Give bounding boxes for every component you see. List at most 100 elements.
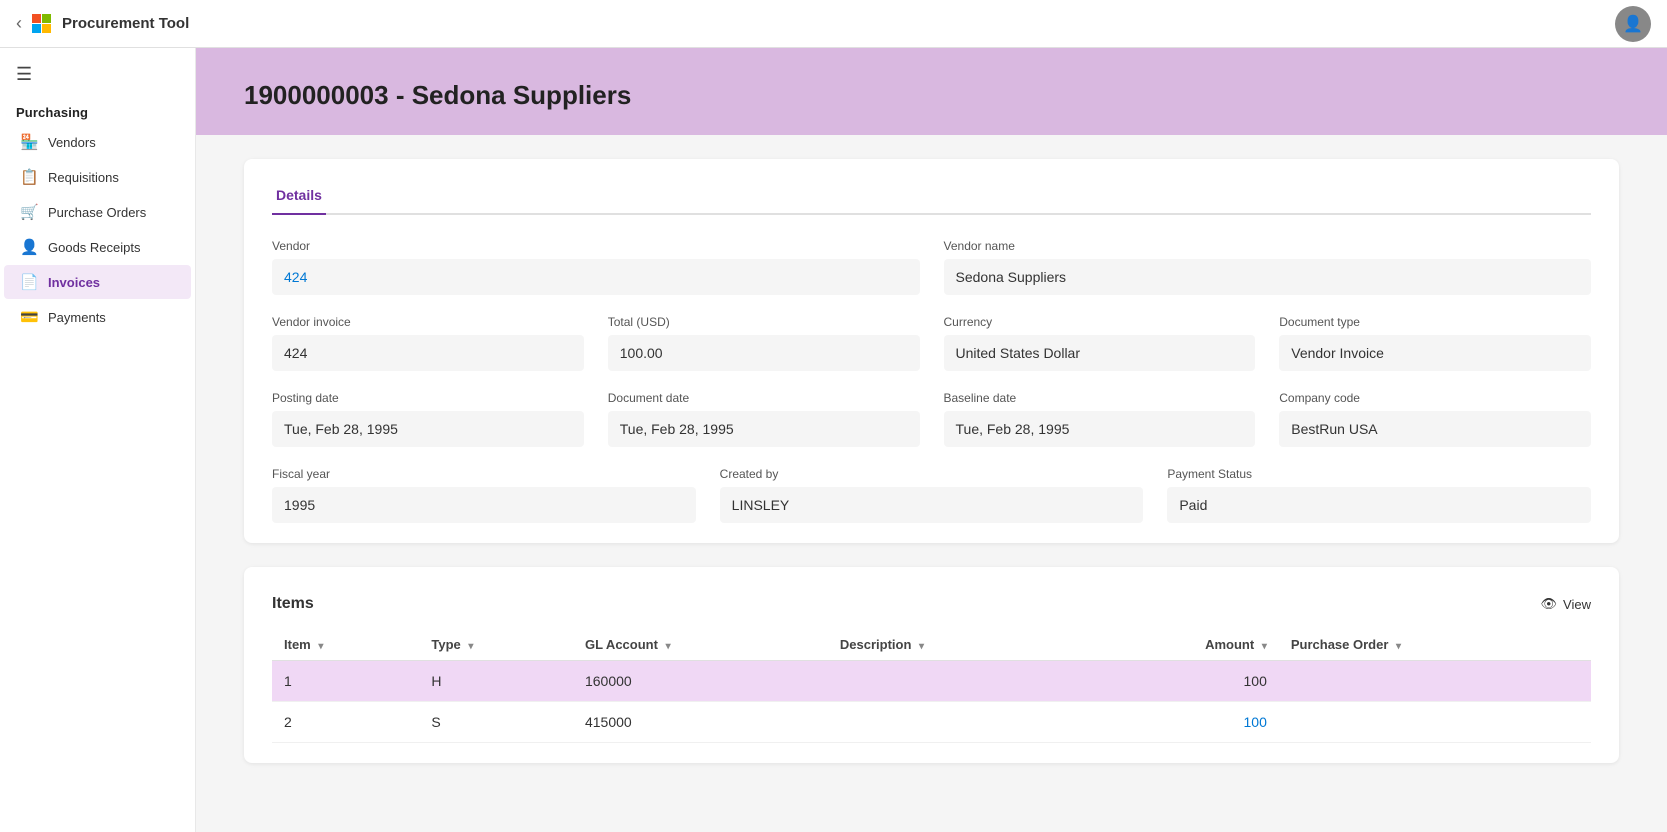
table-header: Item ▾ Type ▾ GL Account ▾: [272, 629, 1591, 661]
total-field: Total (USD) 100.00: [608, 315, 920, 371]
ms-logo: [32, 14, 52, 34]
eye-icon: 👁: [1541, 596, 1558, 612]
view-label: View: [1563, 597, 1591, 612]
form-row-invoice: Vendor invoice 424 Total (USD) 100.00 Cu…: [272, 315, 1591, 371]
sidebar-item-label: Vendors: [48, 135, 96, 150]
col-type[interactable]: Type ▾: [419, 629, 573, 661]
col-item[interactable]: Item ▾: [272, 629, 419, 661]
posting-date-field: Posting date Tue, Feb 28, 1995: [272, 391, 584, 447]
content-area: Details Vendor 424 Vendor name Sedona Su…: [196, 135, 1667, 811]
sidebar-section-label: Purchasing: [0, 97, 195, 124]
table-body: 1 H 160000 100 2 S 415000 100: [272, 661, 1591, 743]
po-sort-icon: ▾: [1396, 641, 1401, 652]
sidebar-item-label: Purchase Orders: [48, 205, 146, 220]
sidebar-item-vendors[interactable]: 🏪 Vendors: [4, 125, 191, 159]
payment-status-value: Paid: [1167, 487, 1591, 523]
cell-amount: 100: [1079, 702, 1278, 743]
vendors-icon: 🏪: [20, 133, 38, 151]
document-date-field: Document date Tue, Feb 28, 1995: [608, 391, 920, 447]
tab-details[interactable]: Details: [272, 187, 326, 215]
vendor-label: Vendor: [272, 239, 920, 253]
desc-sort-icon: ▾: [919, 641, 924, 652]
col-purchase-order[interactable]: Purchase Order ▾: [1279, 629, 1591, 661]
items-title: Items: [272, 595, 314, 613]
payment-status-field: Payment Status Paid: [1167, 467, 1591, 523]
sidebar-item-purchase-orders[interactable]: 🛒 Purchase Orders: [4, 195, 191, 229]
table-row[interactable]: 2 S 415000 100: [272, 702, 1591, 743]
document-date-label: Document date: [608, 391, 920, 405]
avatar[interactable]: 👤: [1615, 6, 1651, 42]
document-type-label: Document type: [1279, 315, 1591, 329]
item-sort-icon: ▾: [318, 641, 323, 652]
baseline-date-label: Baseline date: [944, 391, 1256, 405]
hamburger-menu[interactable]: ☰: [0, 56, 195, 97]
vendor-name-value: Sedona Suppliers: [944, 259, 1592, 295]
currency-label: Currency: [944, 315, 1256, 329]
app-title: Procurement Tool: [62, 15, 189, 32]
form-row-dates: Posting date Tue, Feb 28, 1995 Document …: [272, 391, 1591, 447]
form-row-vendor: Vendor 424 Vendor name Sedona Suppliers: [272, 239, 1591, 295]
details-card: Details Vendor 424 Vendor name Sedona Su…: [244, 159, 1619, 543]
sidebar-item-invoices[interactable]: 📄 Invoices: [4, 265, 191, 299]
cell-amount: 100: [1079, 661, 1278, 702]
table-row[interactable]: 1 H 160000 100: [272, 661, 1591, 702]
vendor-name-label: Vendor name: [944, 239, 1592, 253]
topbar: ‹ Procurement Tool 👤: [0, 0, 1667, 48]
payment-status-label: Payment Status: [1167, 467, 1591, 481]
vendor-value[interactable]: 424: [272, 259, 920, 295]
sidebar-item-requisitions[interactable]: 📋 Requisitions: [4, 160, 191, 194]
type-sort-icon: ▾: [468, 641, 473, 652]
vendor-invoice-value: 424: [272, 335, 584, 371]
form-row-fiscal: Fiscal year 1995 Created by LINSLEY Paym…: [272, 467, 1591, 523]
purchase-orders-icon: 🛒: [20, 203, 38, 221]
posting-date-label: Posting date: [272, 391, 584, 405]
invoices-icon: 📄: [20, 273, 38, 291]
requisitions-icon: 📋: [20, 168, 38, 186]
company-code-value: BestRun USA: [1279, 411, 1591, 447]
cell-gl-account: 415000: [573, 702, 828, 743]
baseline-date-field: Baseline date Tue, Feb 28, 1995: [944, 391, 1256, 447]
baseline-date-value: Tue, Feb 28, 1995: [944, 411, 1256, 447]
cell-type: S: [419, 702, 573, 743]
document-type-field: Document type Vendor Invoice: [1279, 315, 1591, 371]
sidebar: ☰ Purchasing 🏪 Vendors 📋 Requisitions 🛒 …: [0, 48, 196, 832]
page-title: 1900000003 - Sedona Suppliers: [244, 80, 1619, 111]
sidebar-item-label: Payments: [48, 310, 106, 325]
currency-value: United States Dollar: [944, 335, 1256, 371]
cell-purchase-order: [1279, 661, 1591, 702]
goods-receipts-icon: 👤: [20, 238, 38, 256]
payments-icon: 💳: [20, 308, 38, 326]
cell-description: [828, 702, 1080, 743]
items-header: Items 👁 View: [272, 595, 1591, 613]
sidebar-item-label: Requisitions: [48, 170, 119, 185]
fiscal-year-field: Fiscal year 1995: [272, 467, 696, 523]
page-header: 1900000003 - Sedona Suppliers: [196, 48, 1667, 135]
currency-field: Currency United States Dollar: [944, 315, 1256, 371]
cell-gl-account: 160000: [573, 661, 828, 702]
sidebar-item-goods-receipts[interactable]: 👤 Goods Receipts: [4, 230, 191, 264]
fiscal-year-value: 1995: [272, 487, 696, 523]
col-amount[interactable]: Amount ▾: [1079, 629, 1278, 661]
posting-date-value: Tue, Feb 28, 1995: [272, 411, 584, 447]
vendor-invoice-label: Vendor invoice: [272, 315, 584, 329]
sidebar-item-label: Goods Receipts: [48, 240, 141, 255]
sidebar-item-payments[interactable]: 💳 Payments: [4, 300, 191, 334]
sidebar-item-label: Invoices: [48, 275, 100, 290]
vendor-name-field: Vendor name Sedona Suppliers: [944, 239, 1592, 295]
cell-description: [828, 661, 1080, 702]
fiscal-year-label: Fiscal year: [272, 467, 696, 481]
total-value: 100.00: [608, 335, 920, 371]
created-by-field: Created by LINSLEY: [720, 467, 1144, 523]
tab-bar: Details: [272, 187, 1591, 215]
document-type-value: Vendor Invoice: [1279, 335, 1591, 371]
back-button[interactable]: ‹: [16, 13, 22, 34]
created-by-label: Created by: [720, 467, 1144, 481]
cell-item: 2: [272, 702, 419, 743]
view-button[interactable]: 👁 View: [1541, 596, 1591, 612]
col-description[interactable]: Description ▾: [828, 629, 1080, 661]
items-table: Item ▾ Type ▾ GL Account ▾: [272, 629, 1591, 743]
items-card: Items 👁 View Item ▾: [244, 567, 1619, 763]
created-by-value: LINSLEY: [720, 487, 1144, 523]
col-gl-account[interactable]: GL Account ▾: [573, 629, 828, 661]
amount-sort-icon: ▾: [1262, 641, 1267, 652]
